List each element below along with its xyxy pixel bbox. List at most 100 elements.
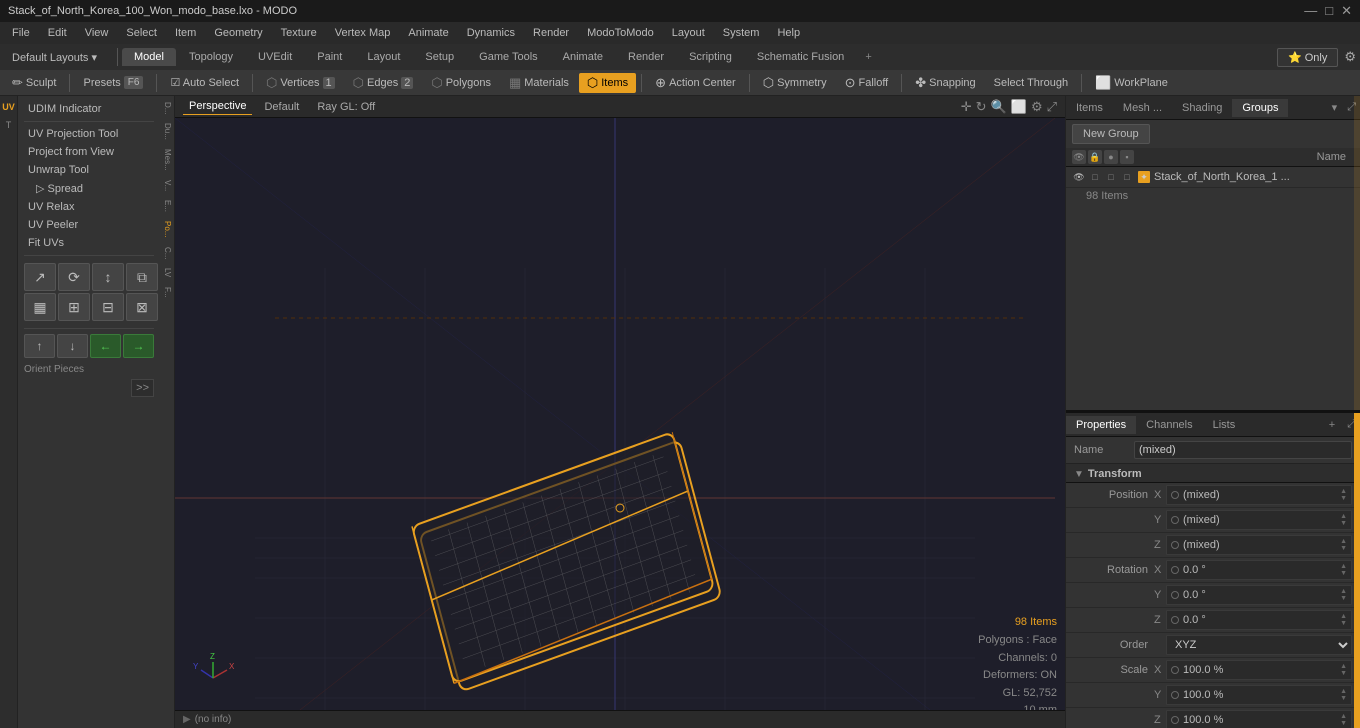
- tab-setup[interactable]: Setup: [413, 48, 466, 66]
- scale-x-up-icon[interactable]: ▲: [1340, 663, 1347, 670]
- rotation-z-field[interactable]: 0.0 ° ▲ ▼: [1166, 610, 1352, 630]
- expand-btn[interactable]: >>: [131, 379, 154, 397]
- tab-schematic-fusion[interactable]: Schematic Fusion: [745, 48, 856, 66]
- fit-uvs-item[interactable]: Fit UVs: [20, 234, 158, 252]
- viewport-canvas[interactable]: X Y Z 98 Items Polygons : Face Channels:…: [175, 118, 1065, 728]
- menu-view[interactable]: View: [77, 25, 117, 41]
- udim-indicator-item[interactable]: UDIM Indicator: [20, 100, 158, 118]
- vp-tab-raygl[interactable]: Ray GL: Off: [311, 99, 381, 115]
- col-lock-icon[interactable]: 🔒: [1088, 150, 1102, 164]
- menu-vertex-map[interactable]: Vertex Map: [327, 25, 399, 41]
- item-r-icon[interactable]: □: [1104, 170, 1118, 184]
- left-btn[interactable]: ←: [90, 334, 121, 358]
- select-through-btn[interactable]: Select Through: [986, 75, 1076, 91]
- rp-tab-mesh[interactable]: Mesh ...: [1113, 99, 1172, 117]
- left-icon-1[interactable]: UV: [1, 99, 17, 115]
- tool-icon-8[interactable]: ⊠: [126, 293, 158, 321]
- menu-select[interactable]: Select: [118, 25, 165, 41]
- item-eye-icon[interactable]: 👁: [1072, 170, 1086, 184]
- rot-x-down-icon[interactable]: ▼: [1340, 570, 1347, 577]
- scale-x-field[interactable]: 100.0 % ▲ ▼: [1166, 660, 1352, 680]
- tool-icon-2[interactable]: ⟳: [58, 263, 90, 291]
- up-btn[interactable]: ↑: [24, 334, 55, 358]
- side-tab-2[interactable]: Du...: [161, 119, 173, 144]
- menu-render[interactable]: Render: [525, 25, 577, 41]
- rp-tab-shading[interactable]: Shading: [1172, 99, 1232, 117]
- menu-modotomodo[interactable]: ModoToModo: [579, 25, 662, 41]
- vp-tab-default[interactable]: Default: [258, 99, 305, 115]
- presets-btn[interactable]: Presets F6: [75, 74, 151, 91]
- vp-maximize-icon[interactable]: ⤢: [1047, 99, 1057, 115]
- menu-dynamics[interactable]: Dynamics: [459, 25, 523, 41]
- minimize-btn[interactable]: —: [1304, 3, 1317, 19]
- pp-tab-channels[interactable]: Channels: [1136, 416, 1202, 434]
- edges-btn[interactable]: ⬡ Edges 2: [345, 73, 422, 93]
- spread-item[interactable]: ▷ Spread: [20, 179, 158, 198]
- position-x-field[interactable]: (mixed) ▲ ▼: [1166, 485, 1352, 505]
- position-y-field[interactable]: (mixed) ▲ ▼: [1166, 510, 1352, 530]
- rot-y-arrows[interactable]: ▲ ▼: [1340, 588, 1347, 602]
- tab-animate[interactable]: Animate: [551, 48, 615, 66]
- workplane-btn[interactable]: ⬜ WorkPlane: [1087, 73, 1176, 93]
- scale-y-field[interactable]: 100.0 % ▲ ▼: [1166, 685, 1352, 705]
- vp-zoom-icon[interactable]: 🔍: [991, 99, 1007, 115]
- tool-icon-6[interactable]: ⊞: [58, 293, 90, 321]
- scale-x-down-icon[interactable]: ▼: [1340, 670, 1347, 677]
- menu-edit[interactable]: Edit: [40, 25, 75, 41]
- side-tab-5[interactable]: E...: [161, 196, 173, 216]
- down-btn[interactable]: ↓: [57, 334, 88, 358]
- name-field[interactable]: (mixed): [1134, 441, 1352, 459]
- polygons-btn[interactable]: ⬡ Polygons: [423, 73, 499, 93]
- action-center-btn[interactable]: ⊕ Action Center: [647, 73, 744, 93]
- scale-y-arrows[interactable]: ▲ ▼: [1340, 688, 1347, 702]
- pos-x-arrows[interactable]: ▲ ▼: [1340, 488, 1347, 502]
- menu-help[interactable]: Help: [769, 25, 808, 41]
- default-layouts-dropdown[interactable]: Default Layouts ▾: [4, 49, 105, 66]
- pos-z-arrows[interactable]: ▲ ▼: [1340, 538, 1347, 552]
- new-group-btn[interactable]: New Group: [1072, 124, 1150, 144]
- menu-texture[interactable]: Texture: [273, 25, 325, 41]
- rot-x-up-icon[interactable]: ▲: [1340, 563, 1347, 570]
- rot-z-arrows[interactable]: ▲ ▼: [1340, 613, 1347, 627]
- symmetry-btn[interactable]: ⬡ Symmetry: [755, 73, 835, 93]
- rp-tab-dropdown[interactable]: ▾: [1326, 98, 1344, 117]
- close-btn[interactable]: ✕: [1341, 3, 1352, 19]
- materials-btn[interactable]: ▦ Materials: [501, 73, 577, 93]
- tab-topology[interactable]: Topology: [177, 48, 245, 66]
- rotation-x-field[interactable]: 0.0 ° ▲ ▼: [1166, 560, 1352, 580]
- vp-rotate-icon[interactable]: ↻: [976, 99, 987, 115]
- tab-game-tools[interactable]: Game Tools: [467, 48, 550, 66]
- rot-y-down-icon[interactable]: ▼: [1340, 595, 1347, 602]
- order-select[interactable]: XYZ XZY YXZ YZX ZXY ZYX: [1166, 635, 1352, 655]
- tab-paint[interactable]: Paint: [305, 48, 354, 66]
- vp-frame-icon[interactable]: ⬜: [1011, 99, 1027, 115]
- pos-z-up-icon[interactable]: ▲: [1340, 538, 1347, 545]
- settings-gear-icon[interactable]: ⚙: [1344, 49, 1356, 65]
- tab-render[interactable]: Render: [616, 48, 676, 66]
- rot-x-arrows[interactable]: ▲ ▼: [1340, 563, 1347, 577]
- tab-scripting[interactable]: Scripting: [677, 48, 744, 66]
- falloff-btn[interactable]: ⊙ Falloff: [837, 73, 897, 93]
- rp-tab-items[interactable]: Items: [1066, 99, 1113, 117]
- auto-select-btn[interactable]: ☑ Auto Select: [162, 74, 247, 91]
- pos-y-arrows[interactable]: ▲ ▼: [1340, 513, 1347, 527]
- col-extra-icon[interactable]: ▪: [1120, 150, 1134, 164]
- right-btn[interactable]: →: [123, 334, 154, 358]
- scale-x-arrows[interactable]: ▲ ▼: [1340, 663, 1347, 677]
- only-button[interactable]: ⭐ Only: [1277, 48, 1338, 67]
- group-item-1[interactable]: 👁 □ □ □ ✦ Stack_of_North_Korea_1 ...: [1066, 167, 1360, 188]
- pos-x-down-icon[interactable]: ▼: [1340, 495, 1347, 502]
- side-tab-3[interactable]: Mes...: [161, 145, 173, 175]
- tool-icon-7[interactable]: ⊟: [92, 293, 124, 321]
- rp-tab-groups[interactable]: Groups: [1232, 99, 1288, 117]
- vp-tab-perspective[interactable]: Perspective: [183, 98, 252, 115]
- menu-animate[interactable]: Animate: [400, 25, 456, 41]
- pos-x-up-icon[interactable]: ▲: [1340, 488, 1347, 495]
- menu-layout[interactable]: Layout: [664, 25, 713, 41]
- col-eye-icon[interactable]: 👁: [1072, 150, 1086, 164]
- snapping-btn[interactable]: ✤ Snapping: [907, 73, 983, 93]
- uv-peeler-item[interactable]: UV Peeler: [20, 216, 158, 234]
- uv-relax-item[interactable]: UV Relax: [20, 198, 158, 216]
- unwrap-tool-item[interactable]: Unwrap Tool: [20, 161, 158, 179]
- menu-item[interactable]: Item: [167, 25, 204, 41]
